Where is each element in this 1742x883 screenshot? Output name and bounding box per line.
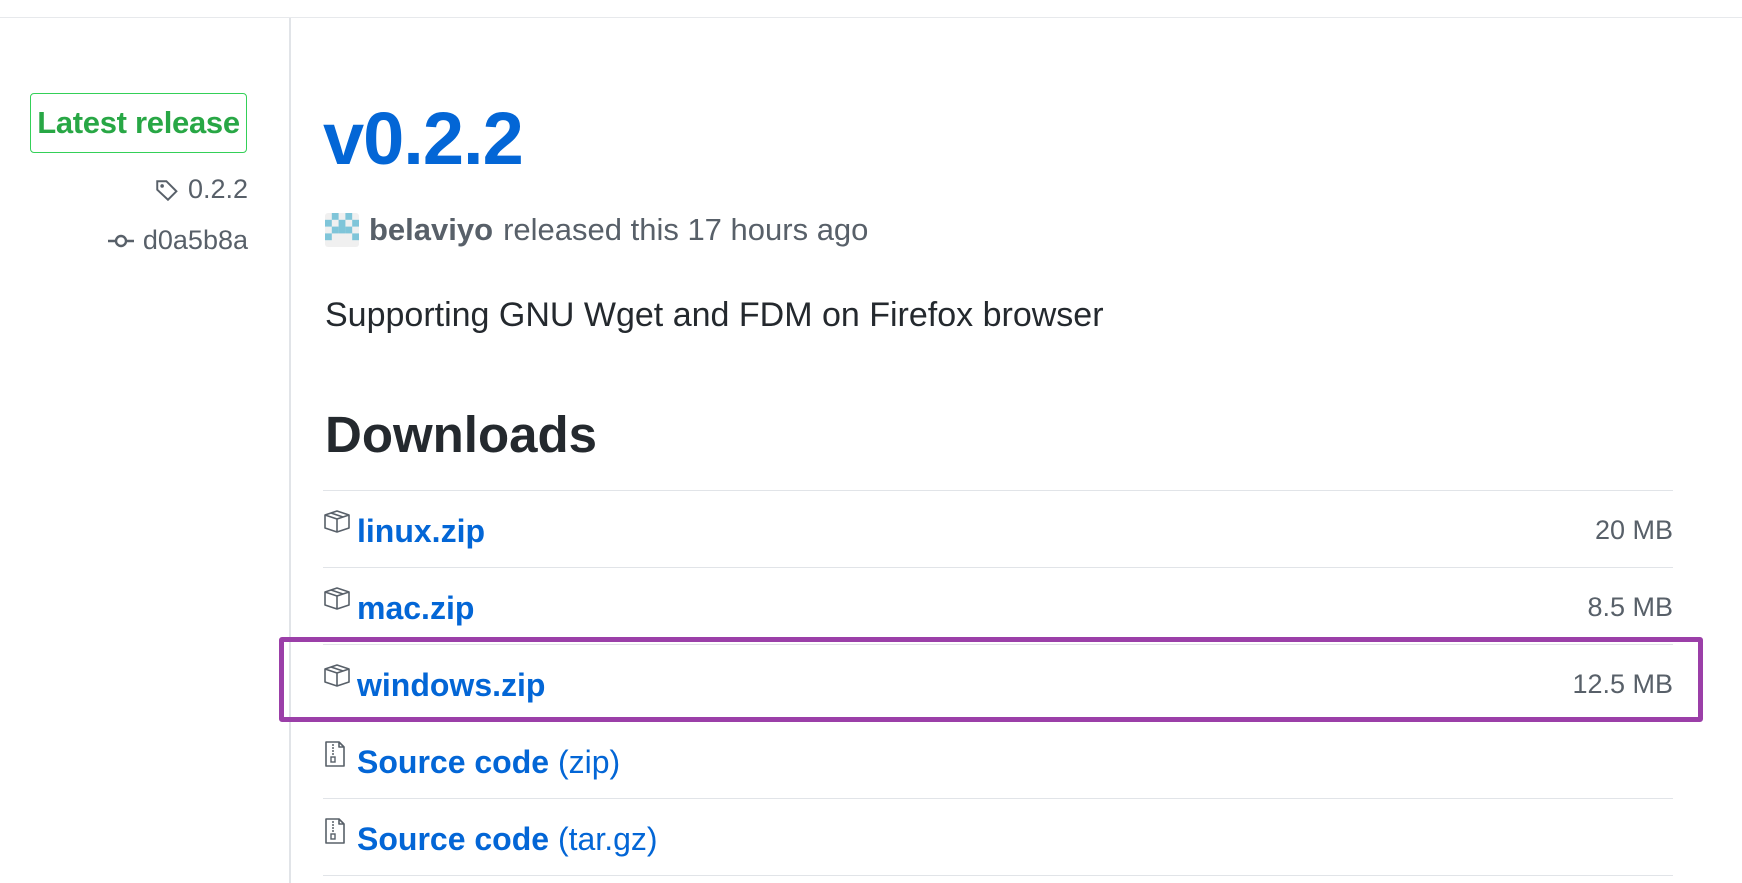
commit-icon <box>107 232 135 250</box>
sidebar-divider <box>289 18 291 883</box>
source-code-label: Source code <box>357 744 550 780</box>
avatar[interactable] <box>325 213 359 247</box>
file-zip-icon <box>323 817 347 850</box>
download-row-source-zip[interactable]: Source code (zip) <box>323 721 1673 798</box>
format-suffix: (zip) <box>549 744 621 780</box>
file-zip-icon <box>323 740 347 773</box>
downloads-list: linux.zip 20 MB mac.zip 8.5 MB windows.z… <box>323 490 1673 876</box>
file-size: 20 MB <box>1594 515 1673 545</box>
download-row-source-tar[interactable]: Source code (tar.gz) <box>323 798 1673 876</box>
download-row-mac[interactable]: mac.zip 8.5 MB <box>323 567 1673 644</box>
package-icon <box>323 586 351 615</box>
tag-label: 0.2.2 <box>187 174 248 204</box>
download-row-linux[interactable]: linux.zip 20 MB <box>323 490 1673 567</box>
package-icon <box>323 509 351 538</box>
release-commit[interactable]: d0a5b8a <box>107 225 248 256</box>
release-byline: belaviyo released this 17 hours ago <box>325 212 868 248</box>
download-link-windows[interactable]: windows.zip <box>357 667 545 704</box>
source-code-label: Source code <box>357 821 550 857</box>
download-link-linux[interactable]: linux.zip <box>357 513 485 550</box>
top-divider <box>0 17 1742 18</box>
release-tag[interactable]: 0.2.2 <box>154 174 248 205</box>
commit-label: d0a5b8a <box>142 225 248 255</box>
download-link-source-zip[interactable]: Source code (zip) <box>357 744 620 781</box>
author-link[interactable]: belaviyo <box>369 212 493 248</box>
download-link-source-tar[interactable]: Source code (tar.gz) <box>357 821 658 858</box>
format-suffix: (tar.gz) <box>549 821 658 857</box>
latest-release-badge: Latest release <box>30 93 247 153</box>
download-row-windows[interactable]: windows.zip 12.5 MB <box>323 644 1673 721</box>
release-page: Latest release 0.2.2 d0a5b8a v0.2.2 bela… <box>0 0 1742 883</box>
tag-icon <box>154 177 180 203</box>
release-title[interactable]: v0.2.2 <box>323 98 524 180</box>
package-icon <box>323 663 351 692</box>
release-description: Supporting GNU Wget and FDM on Firefox b… <box>325 296 1104 334</box>
download-link-mac[interactable]: mac.zip <box>357 590 474 627</box>
released-time: released this 17 hours ago <box>503 212 869 247</box>
file-size: 8.5 MB <box>1587 592 1673 622</box>
file-size: 12.5 MB <box>1572 669 1673 699</box>
downloads-heading: Downloads <box>325 406 598 463</box>
